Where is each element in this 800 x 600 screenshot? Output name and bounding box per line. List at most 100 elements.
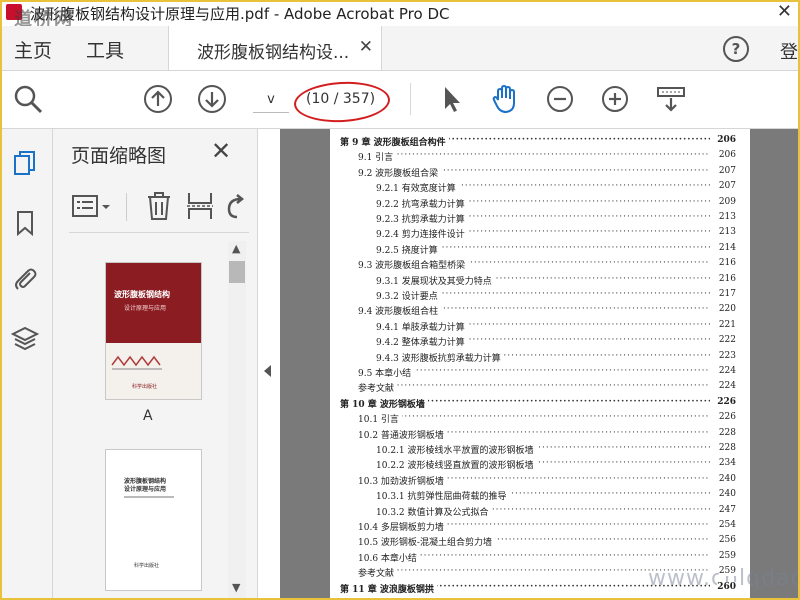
toc-page-number: 247	[718, 504, 736, 515]
toc-entry-title: 9.4.1 单肢承载力计算	[376, 319, 468, 333]
toc-row: 9.3 波形腹板组合箱型桥梁 ··························…	[330, 258, 740, 273]
toc-entry-title: 9.2.4 剪力连接件设计	[376, 227, 468, 241]
toc-page-number: 206	[717, 135, 736, 145]
tab-home[interactable]: 主页	[14, 36, 52, 63]
toc-entry-title: 10.2.2 波形棱线竖直放置的波形钢板墙	[376, 458, 537, 472]
toc-leader-dots: ········································…	[358, 381, 710, 392]
toc-page-number: 224	[718, 366, 736, 376]
toc-page-number: 224	[718, 381, 736, 392]
toc-entry-title: 参考文献	[358, 566, 398, 580]
scrollbar-thumb[interactable]	[229, 261, 245, 283]
document-margin	[750, 129, 800, 600]
search-icon[interactable]	[12, 83, 44, 115]
toc-entry-title: 第 9 章 波形腹板组合构件	[340, 135, 449, 148]
scroll-down-icon[interactable]: ▼	[232, 581, 240, 594]
page-thumbnails-icon[interactable]	[11, 149, 39, 177]
page-thumbnail[interactable]: 波形腹板钢结构 设计原理与应用 科学出版社	[105, 262, 202, 400]
toc-row: 9.2.5 挠度计算 ······························…	[330, 242, 740, 258]
toc-entry-title: 9.4.3 波形腹板抗剪承载力计算	[376, 350, 504, 364]
toc-entry-title: 9.2 波形腹板组合梁	[358, 165, 442, 179]
main-toolbar: v (10 / 357)	[0, 71, 800, 129]
next-page-icon[interactable]	[196, 83, 228, 115]
toc-entry-title: 10.6 本章小结	[358, 550, 420, 564]
panel-close-icon[interactable]: ✕	[211, 137, 231, 165]
toc-chapter-row: 第 11 章 波浪腹板钢拱 ···························…	[330, 581, 740, 597]
toc-page-number: 213	[718, 212, 736, 222]
thumb-page-subtitle: 设计原理与应用	[124, 486, 167, 493]
toc-row: 10.5 波形钢板-混凝土组合剪力墙 ······················…	[330, 535, 740, 550]
toc-entry-title: 10.3.1 抗剪弹性屈曲荷载的推导	[376, 489, 510, 503]
toc-entry-title: 10.4 多层钢板剪力墙	[358, 520, 447, 533]
panel-divider	[69, 232, 249, 233]
toc-entry-title: 9.4.2 整体承载力计算	[376, 335, 468, 349]
toc-row: 10.2.2 波形棱线竖直放置的波形钢板墙 ···················…	[330, 458, 740, 473]
toolbar-divider	[410, 83, 411, 115]
toc-page-number: 228	[718, 427, 736, 438]
thumb-publisher: 科学出版社	[134, 563, 160, 569]
toc-entry-title: 9.2.2 抗弯承载力计算	[376, 196, 468, 210]
toc-page-number: 240	[718, 489, 736, 500]
close-tab-icon[interactable]: ✕	[359, 37, 373, 57]
thumbnail-scrollbar[interactable]	[228, 241, 246, 599]
page-display-icon[interactable]	[655, 83, 687, 115]
tab-tools[interactable]: 工具	[86, 36, 124, 63]
attachments-icon[interactable]	[11, 265, 39, 293]
rotate-page-icon[interactable]	[225, 193, 245, 221]
window-close-icon[interactable]: ✕	[777, 1, 792, 22]
toc-page-number: 223	[718, 350, 736, 361]
page-thumbnail[interactable]: 波形腹板钢结构 设计原理与应用 科学出版社	[105, 449, 202, 591]
toc-entry-title: 10.2 普通波形钢板墙	[358, 427, 447, 441]
scroll-up-icon[interactable]: ▲	[232, 242, 240, 255]
help-icon[interactable]: ?	[723, 36, 749, 62]
toc-entry-title: 参考文献	[358, 381, 398, 395]
panel-tool-divider	[126, 193, 127, 221]
panel-title: 页面缩略图	[71, 145, 167, 167]
toc-chapter-row: 第 9 章 波形腹板组合构件 ··························…	[330, 135, 740, 150]
layers-icon[interactable]	[11, 325, 39, 353]
tab-document[interactable]: 波形腹板钢结构设... ✕	[168, 26, 382, 70]
toc-entry-title: 9.2.5 挠度计算	[376, 242, 441, 256]
page-number-input[interactable]: v	[253, 87, 289, 113]
toc-row: 10.3 加劲波折钢板墙 ····························…	[330, 473, 740, 489]
previous-page-icon[interactable]	[142, 83, 174, 115]
toc-row: 10.2.1 波形棱线水平放置的波形钢板墙 ···················…	[330, 443, 740, 458]
signin-link[interactable]: 登	[780, 38, 798, 64]
toc-page-number: 259	[718, 566, 736, 577]
toc-page-number: 206	[718, 150, 736, 161]
insert-page-icon[interactable]	[186, 191, 214, 221]
toc-page-number: 240	[718, 473, 736, 484]
toc-entry-title: 9.2.1 有效宽度计算	[376, 181, 459, 195]
toc-row: 9.2.3 抗剪承载力计算 ···························…	[330, 212, 740, 227]
document-tab-label: 波形腹板钢结构设...	[197, 43, 350, 63]
bookmarks-icon[interactable]	[11, 209, 39, 237]
toc-row: 9.4.2 整体承载力计算 ···························…	[330, 335, 740, 350]
toc-entry-title: 10.2.1 波形棱线水平放置的波形钢板墙	[376, 443, 537, 456]
panel-collapse-strip[interactable]	[257, 129, 280, 600]
delete-page-icon[interactable]	[145, 191, 173, 221]
select-cursor-icon[interactable]	[436, 83, 468, 115]
toc-entry-title: 9.4 波形腹板组合柱	[358, 304, 442, 318]
toc-page-number: 222	[718, 335, 736, 346]
hand-tool-icon[interactable]	[489, 83, 521, 115]
page-thumbnails-panel: 页面缩略图 ✕ 波形腹板钢结构 设计原理与应用 科学出版社 A 波形腹板钢结构 …	[53, 129, 257, 600]
toc-page-number: 207	[718, 165, 736, 176]
toc-page-number: 256	[718, 535, 736, 546]
thumbnail-options-icon[interactable]	[71, 193, 113, 221]
document-view[interactable]: 第 9 章 波形腹板组合构件 ··························…	[280, 129, 800, 600]
title-bar: 波形腹板钢结构设计原理与应用.pdf - Adobe Acrobat Pro D…	[0, 0, 800, 30]
toc-row: 9.1 引言 ··································…	[330, 150, 740, 165]
navigation-rail	[0, 129, 53, 600]
toc-page-number: 234	[718, 458, 736, 469]
toc-entry-title: 9.3.1 发展现状及其受力特点	[376, 273, 495, 287]
collapse-panel-icon[interactable]	[264, 365, 271, 377]
toc-row: 10.6 本章小结 ·······························…	[330, 550, 740, 566]
toc-page-number: 207	[718, 181, 736, 192]
zoom-out-icon[interactable]	[544, 83, 576, 115]
toc-page-number: 209	[718, 196, 736, 207]
toc-page-number: 259	[718, 550, 736, 561]
toc-page-number: 216	[718, 273, 736, 284]
zoom-in-icon[interactable]	[599, 83, 631, 115]
toc-row: 10.1 引言 ·································…	[330, 412, 740, 427]
toc-entry-title: 10.3 加劲波折钢板墙	[358, 473, 447, 487]
red-annotation-circle	[293, 79, 391, 125]
